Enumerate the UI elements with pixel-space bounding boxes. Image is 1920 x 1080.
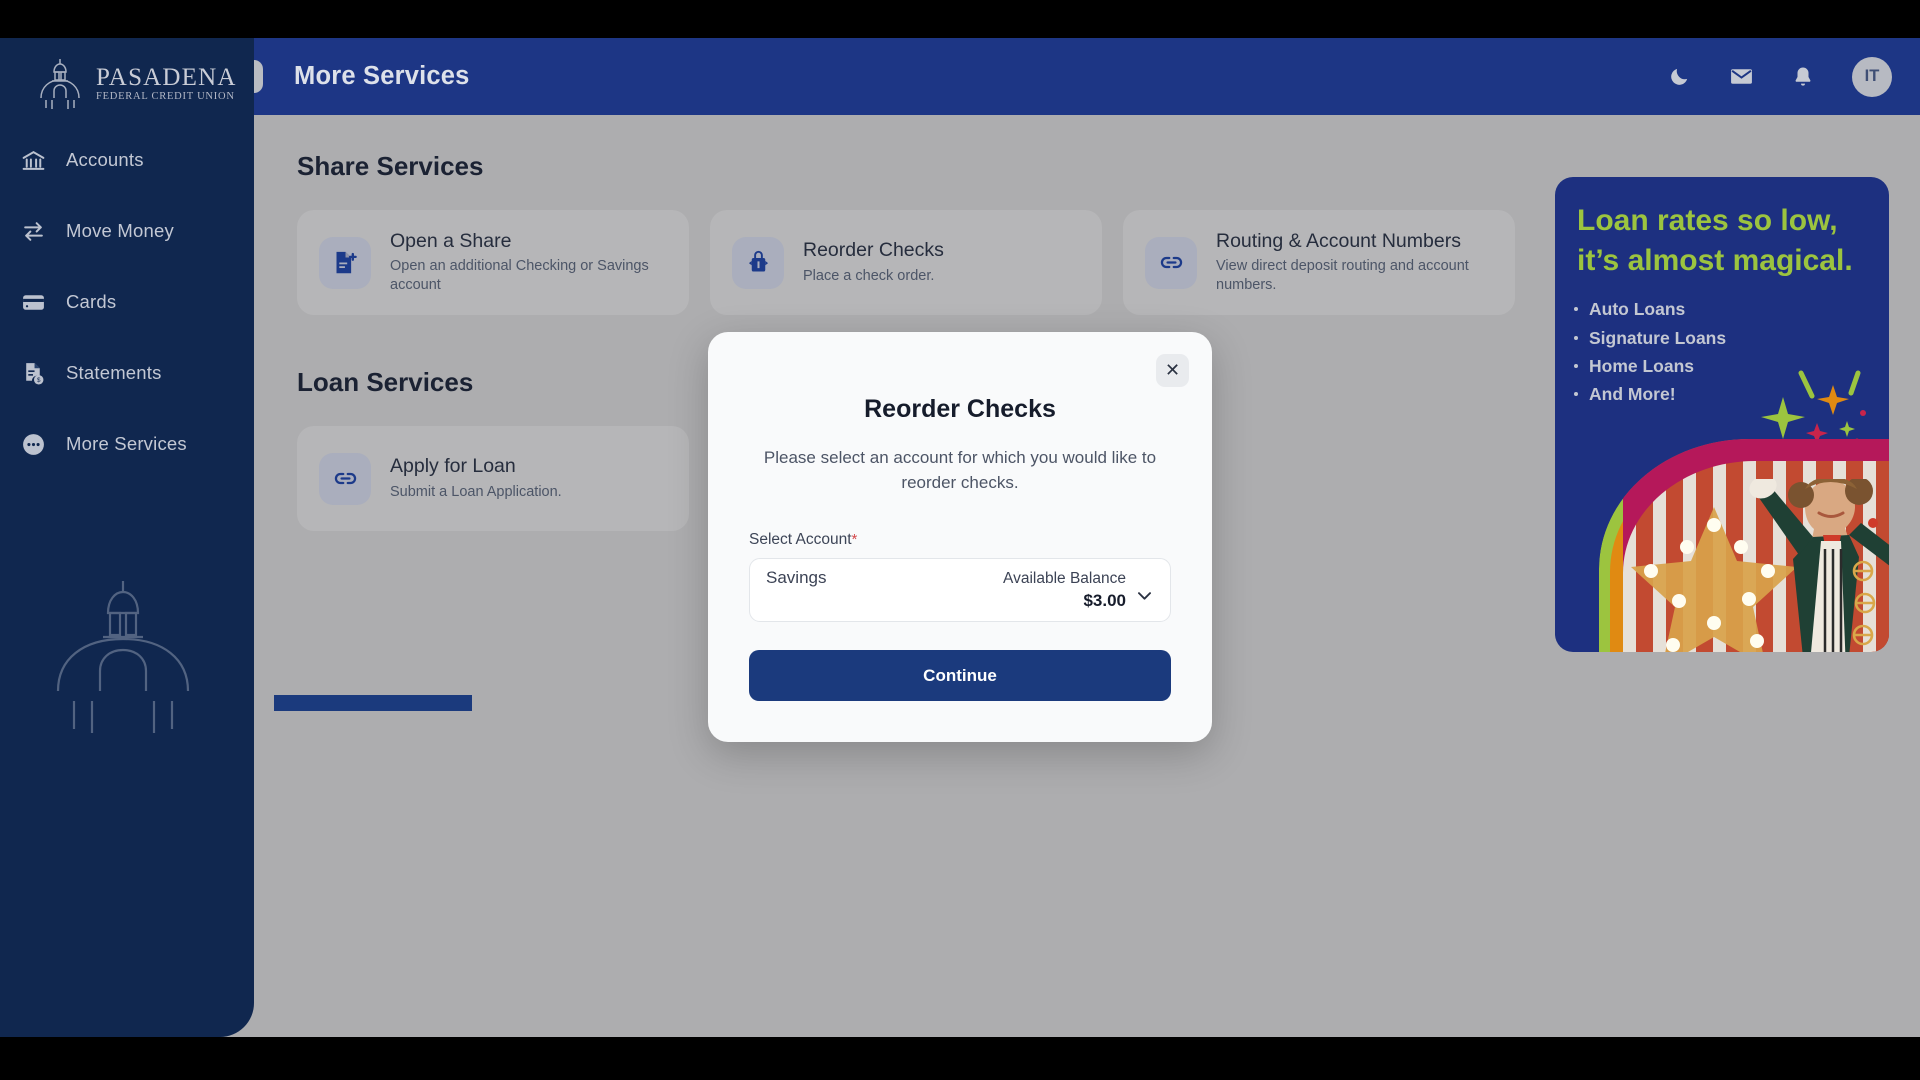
reorder-checks-modal: ✕ Reorder Checks Please select an accoun… [708, 332, 1212, 742]
modal-title: Reorder Checks [864, 395, 1056, 423]
app-viewport: PASADENA FEDERAL CREDIT UNION Accounts M… [0, 38, 1920, 1037]
account-number-redacted [766, 590, 928, 613]
required-marker: * [851, 531, 858, 549]
chevron-down-icon [1135, 586, 1154, 610]
account-select[interactable]: Savings Available Balance $3.00 [749, 558, 1171, 623]
letterbox-bottom [0, 1037, 1920, 1080]
modal-subtitle: Please select an account for which you w… [763, 448, 1157, 493]
modal-overlay: ✕ Reorder Checks Please select an accoun… [0, 38, 1920, 1037]
available-balance-label: Available Balance [1003, 569, 1126, 587]
account-name: Savings [766, 567, 827, 587]
field-label-text: Select Account [749, 531, 852, 549]
available-balance-value: $3.00 [1083, 590, 1126, 610]
continue-button[interactable]: Continue [749, 650, 1171, 702]
letterbox-top [0, 0, 1920, 38]
select-account-label: Select Account* [749, 531, 1212, 549]
close-icon[interactable]: ✕ [1156, 354, 1189, 387]
